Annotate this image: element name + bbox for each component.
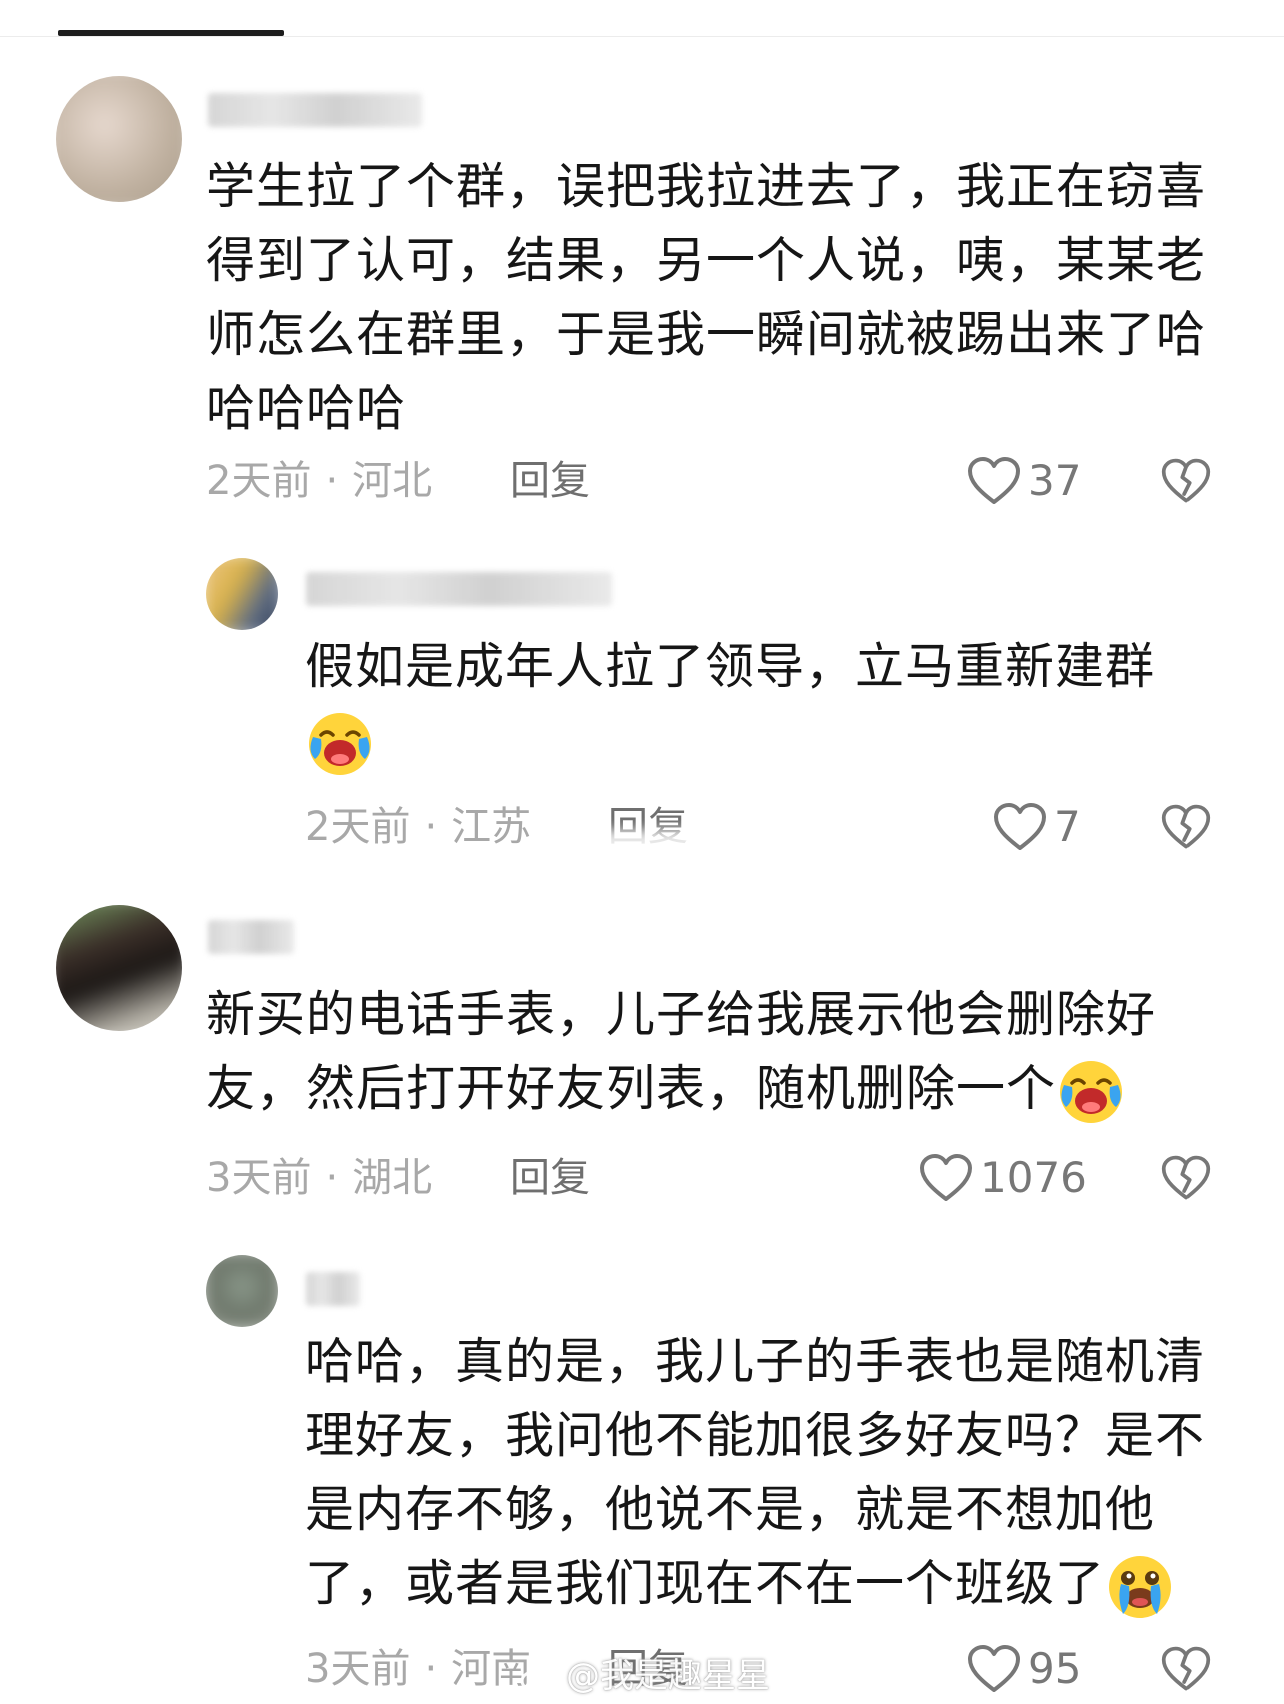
broken-heart-icon[interactable] <box>1160 801 1212 853</box>
like-button[interactable]: 95 <box>966 1642 1081 1696</box>
laughing-crying-emoji <box>1060 1060 1123 1123</box>
comment-location: 江苏 <box>451 804 532 850</box>
heart-outline-icon <box>968 1645 1020 1692</box>
comment-text-content: 哈哈，真的是，我儿子的手表也是随机清理好友，我问他不能加很多好友吗？是不是内存不… <box>305 1333 1206 1612</box>
like-button[interactable]: 7 <box>992 800 1081 854</box>
comment-text: 假如是成年人拉了领导，立马重新建群 <box>305 630 1205 779</box>
avatar[interactable] <box>56 76 182 202</box>
comment-text: 哈哈，真的是，我儿子的手表也是随机清理好友，我问他不能加很多好友吗？是不是内存不… <box>305 1325 1225 1622</box>
avatar[interactable] <box>206 1255 278 1327</box>
comment-time: 2天前 <box>305 804 411 850</box>
broken-heart-icon[interactable] <box>1160 455 1212 507</box>
username-blurred[interactable] <box>208 920 294 954</box>
comment-time: 2天前 <box>206 458 312 504</box>
like-count: 7 <box>1054 802 1081 851</box>
avatar[interactable] <box>206 558 278 630</box>
reply-button[interactable]: 回复 <box>510 1151 590 1205</box>
comment-text-content: 假如是成年人拉了领导，立马重新建群 <box>305 638 1156 695</box>
username-blurred[interactable] <box>306 1272 360 1306</box>
like-button[interactable]: 1076 <box>918 1151 1087 1205</box>
comment-text: 新买的电话手表，儿子给我展示他会删除好友，然后打开好友列表，随机删除一个 <box>206 978 1216 1127</box>
heart-outline-icon <box>994 803 1046 850</box>
meta-separator: · <box>325 1155 339 1201</box>
weibo-watermark: @我是趣星星 <box>520 1648 770 1697</box>
like-count: 95 <box>1028 1644 1082 1693</box>
meta-separator: · <box>424 1646 438 1692</box>
tab-divider <box>0 36 1284 37</box>
comment-meta: 2天前 · 河北 <box>206 454 432 508</box>
comment-time: 3天前 <box>305 1646 411 1692</box>
like-count: 37 <box>1028 456 1082 505</box>
comment-location: 河北 <box>352 458 433 504</box>
broken-heart-icon[interactable] <box>1160 1152 1212 1204</box>
comment-text: 学生拉了个群，误把我拉进去了，我正在窃喜得到了认可，结果，另一个人说，咦，某某老… <box>206 158 1207 437</box>
like-count: 1076 <box>980 1153 1087 1202</box>
comment-time: 3天前 <box>206 1155 312 1201</box>
reply-button[interactable]: 回复 <box>510 454 590 508</box>
heart-outline-icon <box>968 457 1020 504</box>
comment-meta: 2天前 · 江苏 <box>305 800 531 854</box>
loudly-crying-emoji <box>1109 1555 1172 1618</box>
heart-outline-icon <box>920 1154 972 1201</box>
meta-separator: · <box>424 804 438 850</box>
comment-meta: 3天前 · 河南 <box>305 1642 531 1696</box>
username-blurred[interactable] <box>306 572 612 606</box>
meta-separator: · <box>325 458 339 504</box>
comment-location: 湖北 <box>352 1155 433 1201</box>
username-blurred[interactable] <box>208 93 422 127</box>
watermark-text: @我是趣星星 <box>566 1656 770 1696</box>
comment-text-content: 新买的电话手表，儿子给我展示他会删除好友，然后打开好友列表，随机删除一个 <box>206 986 1157 1117</box>
avatar[interactable] <box>56 905 182 1031</box>
broken-heart-icon[interactable] <box>1160 1643 1212 1695</box>
like-button[interactable]: 37 <box>966 454 1081 508</box>
weibo-logo-icon <box>520 1665 558 1692</box>
comment-meta: 3天前 · 湖北 <box>206 1151 432 1205</box>
image-artifact <box>565 830 715 870</box>
laughing-crying-emoji <box>309 712 371 775</box>
